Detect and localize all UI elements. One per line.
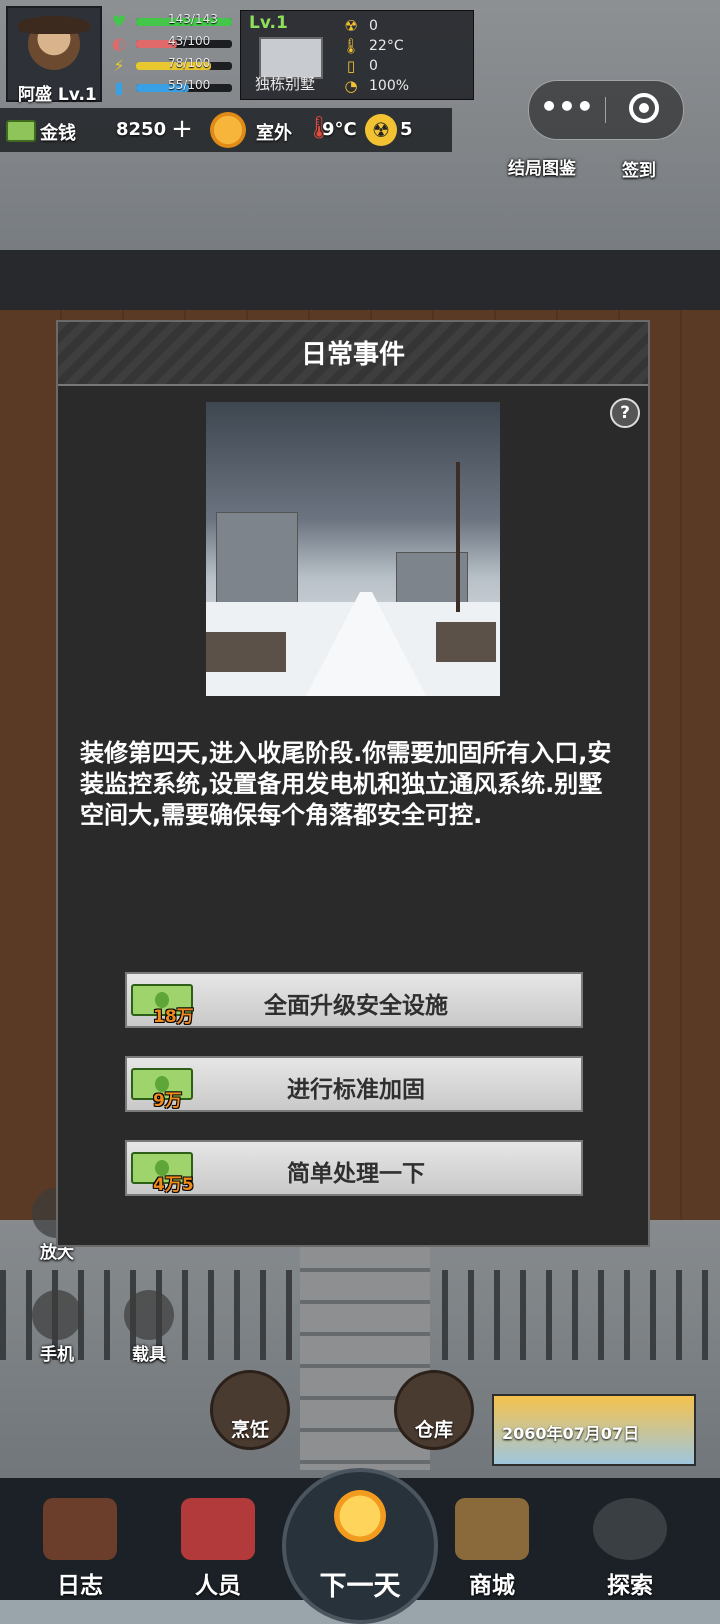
money-value: 8250 (116, 119, 167, 140)
current-date: 2060年07月07日 (502, 1424, 640, 1443)
vehicle-icon (124, 1290, 174, 1340)
env-row: ▯ 0 (341, 55, 378, 75)
water-icon: ▮ (114, 78, 124, 97)
warehouse-button[interactable]: 仓库 (394, 1370, 474, 1450)
nav-shop[interactable]: 商城 (432, 1498, 552, 1599)
nav-people[interactable]: 人员 (158, 1498, 278, 1599)
dead-tree (456, 462, 460, 612)
money-label: 金钱 (40, 123, 76, 144)
sun-icon (210, 112, 246, 148)
stat-value: 55/100 (168, 78, 211, 92)
stat-value: 43/100 (168, 34, 211, 48)
house-info-panel[interactable]: Lv.1 独栋别墅 ☢ 0 🌡 22°C ▯ 0 ◔ 100% (240, 10, 474, 100)
nav-people-label: 人员 (195, 1573, 241, 1599)
thermometer-icon: 🌡 (305, 116, 333, 141)
stat-row: ⚡ 78/100 (108, 56, 233, 76)
outdoor-temp: 9°C (322, 119, 357, 140)
stat-value: 78/100 (168, 56, 211, 70)
phone-icon (32, 1290, 82, 1340)
heart-icon: ♥ (111, 12, 127, 31)
ending-gallery-button[interactable]: 结局图鉴 (508, 154, 576, 179)
radiation-icon: ☢ (365, 114, 397, 146)
dialog-header: 日常事件 (58, 322, 648, 386)
next-day-label: 下一天 (319, 1571, 401, 1602)
battery-icon: ▯ (346, 56, 356, 75)
capsule-divider (605, 97, 606, 123)
daily-event-dialog: 日常事件 ? 装修第四天,进入收尾阶段.你需要加固所有入口,安装监控系统,设置备… (56, 320, 650, 1247)
energy-icon: ⚡ (113, 56, 125, 75)
stat-row: ▮ 55/100 (108, 78, 233, 98)
book-icon (43, 1498, 117, 1560)
env-row: ◔ 100% (341, 75, 409, 95)
stomach-icon: ◐ (112, 34, 126, 53)
player-name: 阿盛 Lv.1 (18, 85, 97, 105)
resource-bar: 金钱 8250 + 室外 🌡 9°C ☢ 5 (0, 108, 452, 152)
nav-log-label: 日志 (57, 1573, 103, 1599)
radiation-value: 5 (400, 119, 413, 140)
env-value: 0 (369, 17, 378, 34)
cowboy-hat-icon (18, 16, 90, 34)
stat-row: ♥ 143/143 (108, 12, 233, 32)
stat-row: ◐ 43/100 (108, 34, 233, 54)
close-miniprogram-button[interactable] (629, 93, 659, 123)
debris (436, 622, 496, 662)
house-level: Lv.1 (249, 13, 288, 33)
cooking-button[interactable]: 烹饪 (210, 1370, 290, 1450)
choice-label: 进行标准加固 (287, 1077, 425, 1103)
player-avatar-panel[interactable]: 阿盛 Lv.1 (6, 6, 102, 105)
check-in-button[interactable]: 签到 (622, 156, 656, 181)
warehouse-label: 仓库 (414, 1419, 453, 1441)
vehicle-button[interactable]: 载具 (112, 1290, 186, 1365)
nav-shop-label: 商城 (469, 1573, 515, 1599)
more-menu-button[interactable]: ••• (529, 81, 605, 139)
nav-log[interactable]: 日志 (20, 1498, 140, 1599)
phone-button[interactable]: 手机 (20, 1290, 94, 1365)
env-value: 100% (369, 77, 410, 94)
add-money-button[interactable]: + (170, 116, 194, 142)
env-value: 22°C (369, 37, 404, 54)
choice-simple-handle-button[interactable]: 4万5 简单处理一下 (125, 1140, 583, 1196)
env-row: ☢ 0 (341, 15, 378, 35)
stat-value: 143/143 (168, 12, 218, 26)
basket-icon (455, 1498, 529, 1560)
env-row: 🌡 22°C (341, 35, 404, 55)
house-name: 独栋别墅 (255, 75, 316, 93)
choice-standard-reinforce-button[interactable]: 9万 进行标准加固 (125, 1056, 583, 1112)
choice-full-upgrade-button[interactable]: 18万 全面升级安全设施 (125, 972, 583, 1028)
choice-label: 全面升级安全设施 (264, 993, 448, 1019)
choice-label: 简单处理一下 (287, 1161, 425, 1187)
cooking-label: 烹饪 (230, 1419, 269, 1441)
dialog-title: 日常事件 (300, 340, 405, 370)
radiation-icon: ☢ (344, 16, 358, 35)
event-description: 装修第四天,进入收尾阶段.你需要加固所有入口,安装监控系统,设置备用发电机和独立… (80, 739, 612, 829)
help-icon[interactable]: ? (610, 398, 640, 428)
thermometer-icon: 🌡 (341, 36, 361, 55)
nav-explore-label: 探索 (607, 1573, 653, 1599)
env-value: 0 (369, 57, 378, 74)
phone-label: 手机 (40, 1345, 74, 1365)
debris (206, 632, 286, 672)
nav-explore[interactable]: 探索 (570, 1498, 690, 1599)
money-icon (6, 120, 36, 142)
gauge-icon: ◔ (344, 76, 358, 95)
date-panel: 2060年07月07日 (492, 1394, 696, 1466)
outdoor-label: 室外 (256, 123, 292, 144)
sun-icon (334, 1490, 386, 1542)
compass-icon (593, 1498, 667, 1560)
vehicle-label: 载具 (132, 1345, 166, 1365)
id-card-icon (181, 1498, 255, 1560)
miniprogram-capsule: ••• (528, 80, 684, 140)
next-day-button[interactable]: 下一天 (282, 1468, 438, 1624)
event-illustration (206, 402, 500, 696)
